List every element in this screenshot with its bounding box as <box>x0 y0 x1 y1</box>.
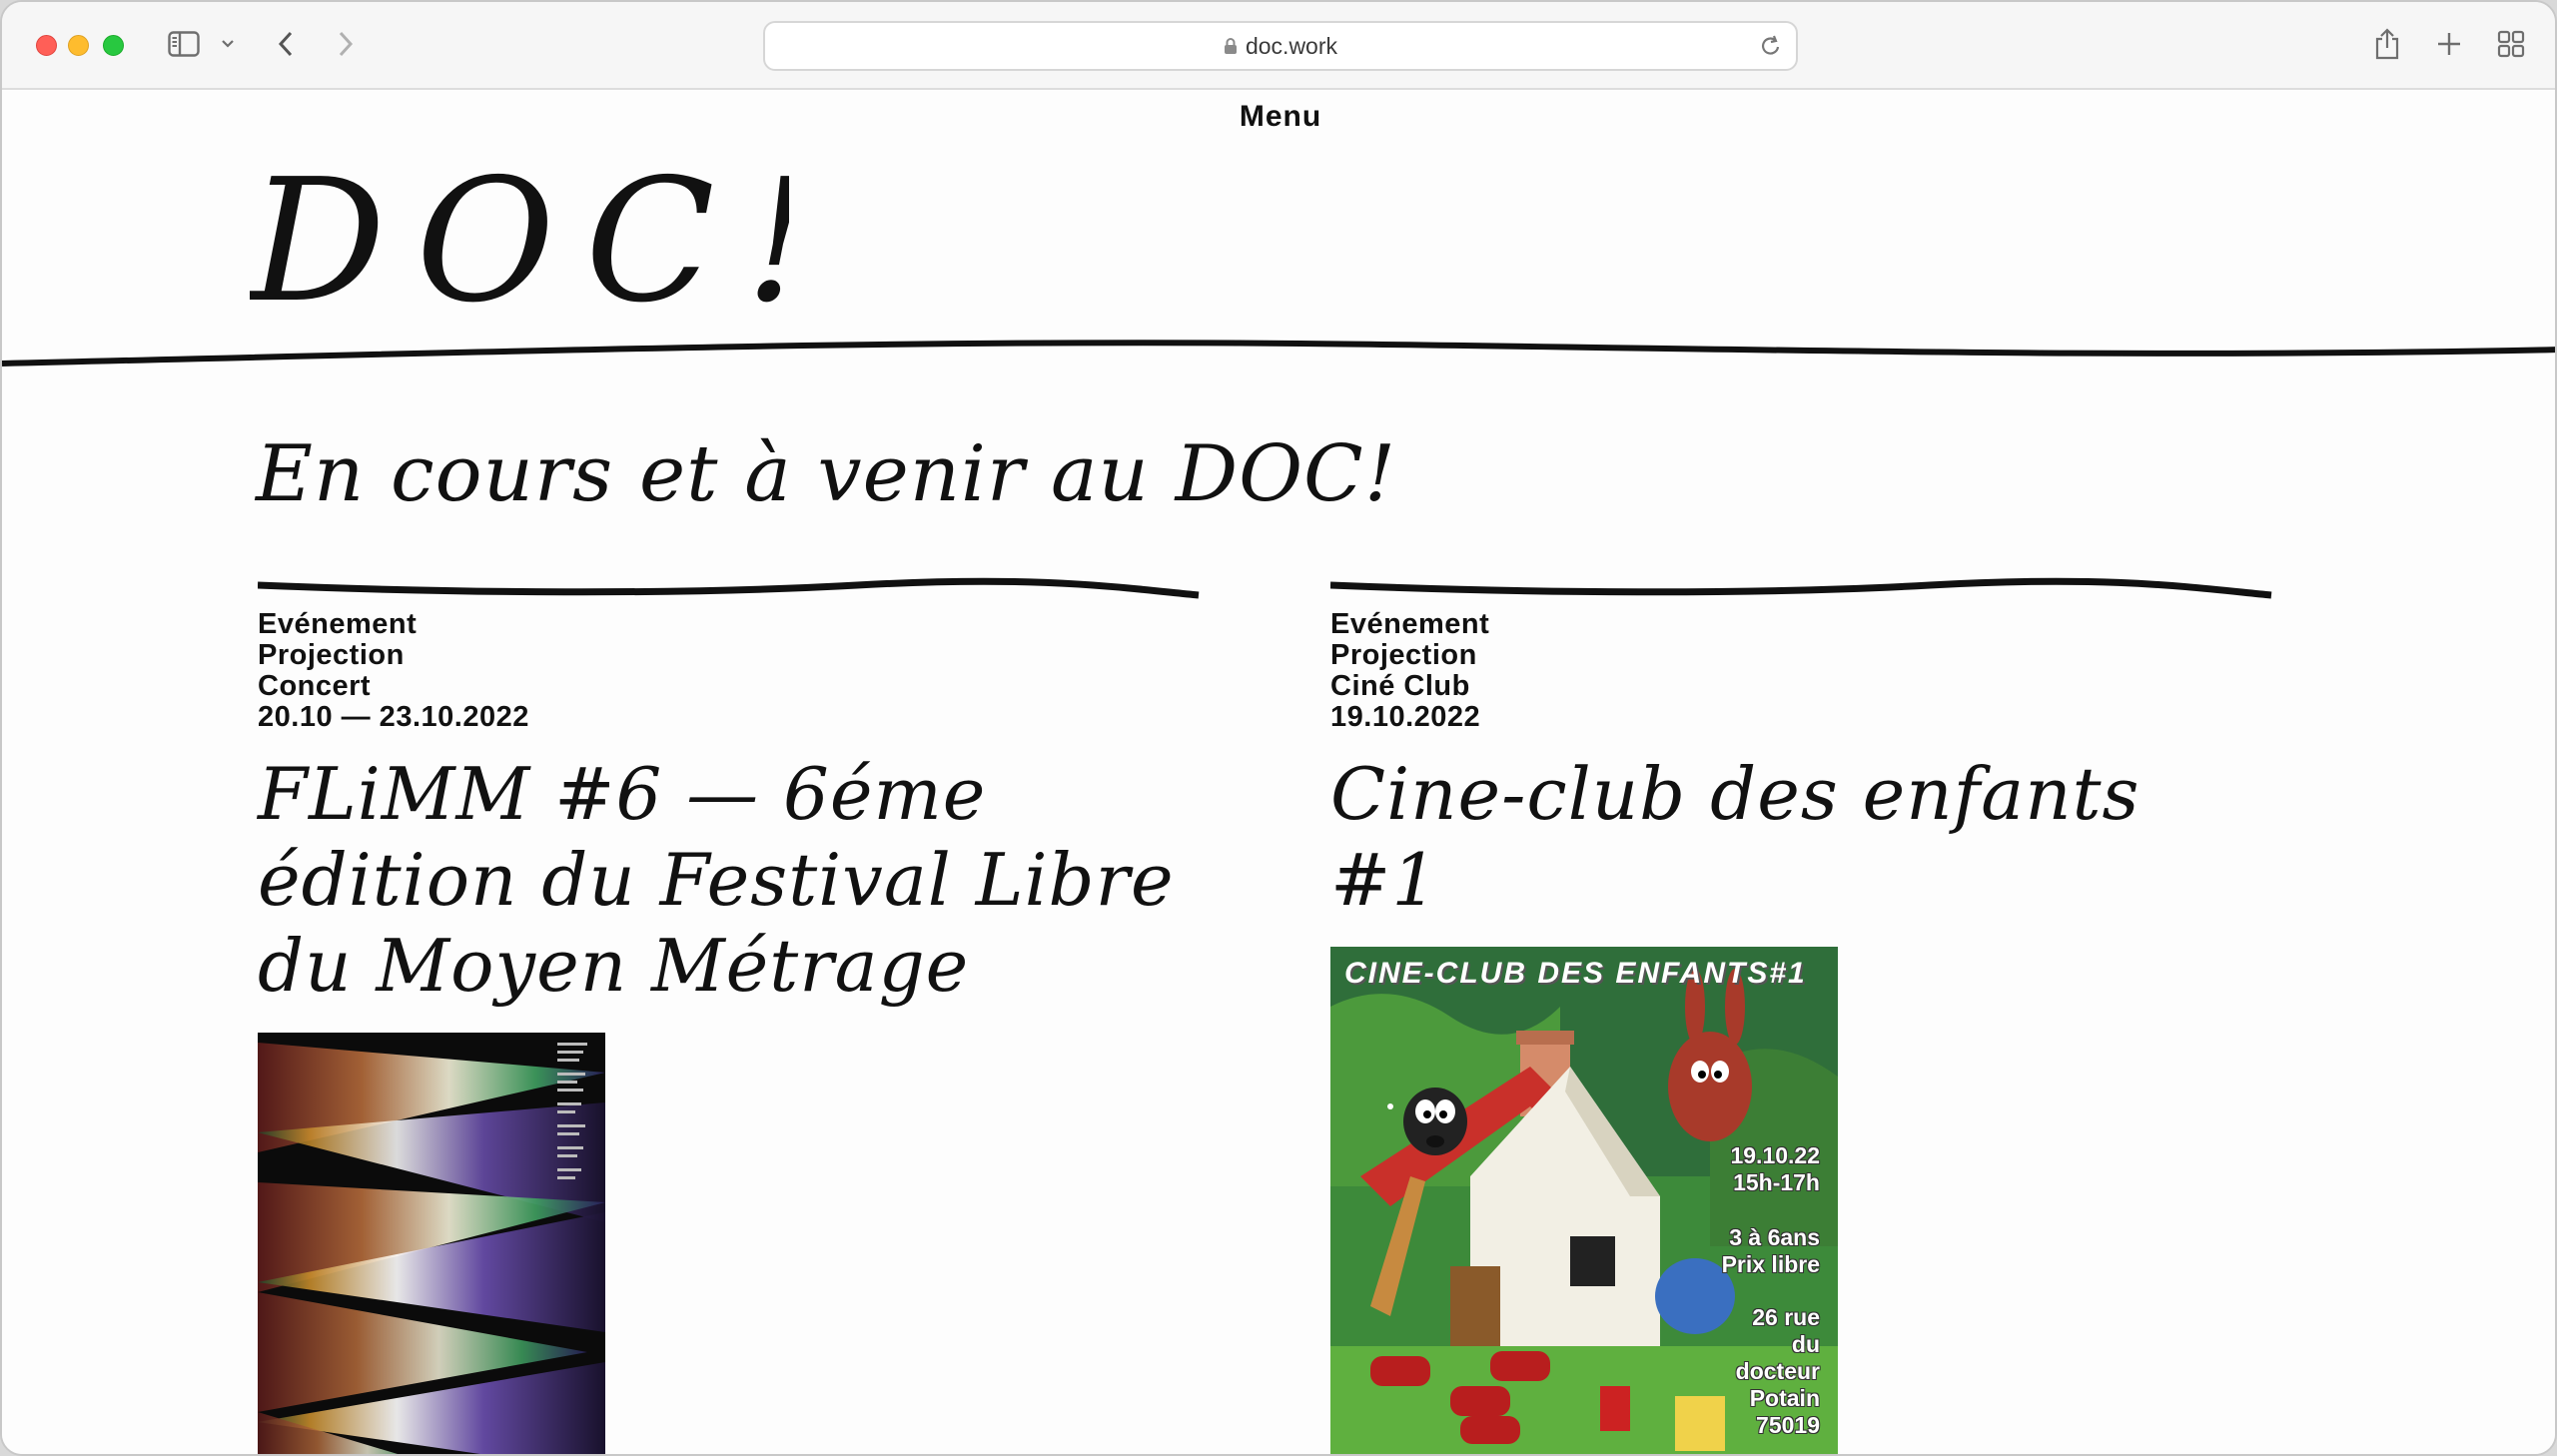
card-divider <box>1330 577 2272 599</box>
event-subcategory: Concert <box>258 670 372 702</box>
minimize-window-button[interactable] <box>68 35 89 56</box>
event-subcategory: Ciné Club <box>1330 670 1470 702</box>
card-divider <box>258 577 1200 599</box>
poster-address-line: 75019 <box>1756 1412 1820 1438</box>
header-divider <box>2 340 2555 366</box>
event-title[interactable]: FLiMM #6 — 6éme édition du Festival Libr… <box>258 751 1177 1009</box>
page-content: Menu DOC! En cours et à venir au DOC! Ev… <box>2 90 2555 1454</box>
poster-address-line: docteur <box>1735 1358 1820 1384</box>
poster-banner-text: CINE-CLUB DES ENFANTS#1 <box>1344 957 1807 990</box>
poster-date: 19.10.22 <box>1730 1142 1820 1168</box>
poster-info-block: 3 à 6ans Prix libre <box>1722 1224 1820 1278</box>
forward-icon[interactable] <box>330 24 362 64</box>
poster-address-line: Potain <box>1749 1385 1820 1411</box>
poster-age: 3 à 6ans <box>1729 1224 1820 1250</box>
back-icon[interactable] <box>270 24 302 64</box>
site-logo[interactable]: DOC! <box>250 150 789 330</box>
browser-window: doc.work Menu DOC! En cours et à venir a… <box>0 0 2557 1456</box>
logo-text: DOC! <box>250 150 789 330</box>
event-category: Projection <box>258 639 405 671</box>
event-type: Evénement <box>1330 608 1490 640</box>
share-icon[interactable] <box>2369 24 2405 64</box>
event-poster[interactable] <box>258 1033 605 1454</box>
url-text: doc.work <box>1245 32 1338 59</box>
poster-price: Prix libre <box>1721 1251 1820 1277</box>
event-meta: Evénement Projection Ciné Club 19.10.202… <box>1330 609 2269 733</box>
flimm-poster-image <box>258 1033 605 1454</box>
new-tab-icon[interactable] <box>2431 24 2467 64</box>
event-type: Evénement <box>258 608 418 640</box>
event-meta: Evénement Projection Concert 20.10 — 23.… <box>258 609 1197 733</box>
tab-overview-icon[interactable] <box>2493 24 2529 64</box>
event-date: 20.10 — 23.10.2022 <box>258 701 529 733</box>
reload-icon[interactable] <box>1760 34 1782 63</box>
maximize-window-button[interactable] <box>103 35 124 56</box>
poster-address-line: du <box>1791 1331 1820 1357</box>
event-category: Projection <box>1330 639 1477 671</box>
poster-address-block: 26 rue du docteur Potain 75019 <box>1736 1304 1820 1439</box>
event-poster[interactable]: CINE-CLUB DES ENFANTS#1 19.10.22 15h-17h… <box>1330 947 1838 1454</box>
event-title[interactable]: Cine-club des enfants #1 <box>1330 751 2269 923</box>
event-card[interactable]: Evénement Projection Ciné Club 19.10.202… <box>1330 575 2272 1454</box>
address-bar[interactable]: doc.work <box>763 21 1798 71</box>
event-card[interactable]: Evénement Projection Concert 20.10 — 23.… <box>258 575 1200 1454</box>
chevron-down-icon[interactable] <box>218 24 238 64</box>
menu-link[interactable]: Menu <box>2 100 2555 134</box>
close-window-button[interactable] <box>36 35 57 56</box>
poster-address-line: 26 rue <box>1752 1304 1820 1330</box>
poster-time: 15h-17h <box>1733 1169 1820 1195</box>
sidebar-toggle-icon[interactable] <box>164 24 204 64</box>
browser-toolbar: doc.work <box>2 2 2555 90</box>
event-date: 19.10.2022 <box>1330 701 1481 733</box>
lock-icon <box>1224 37 1238 55</box>
poster-date-block: 19.10.22 15h-17h <box>1730 1142 1820 1196</box>
section-title: En cours et à venir au DOC! <box>256 429 1397 519</box>
